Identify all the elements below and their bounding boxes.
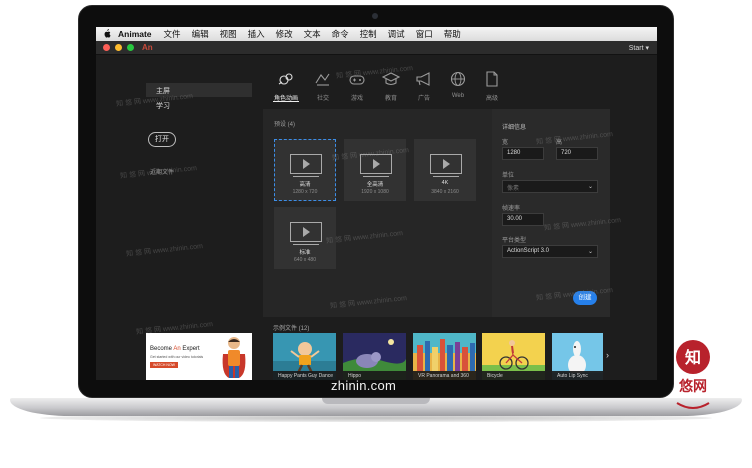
minimize-window-button[interactable] xyxy=(115,44,122,51)
site-logo-seal: 知 悠网 xyxy=(676,340,710,409)
frame-rate-field[interactable]: 30.00 xyxy=(502,213,544,226)
svg-text:悠网: 悠网 xyxy=(678,378,707,395)
sample-caption: Auto Lip Sync xyxy=(552,371,603,380)
promo-headline: Become An Expert xyxy=(150,346,200,352)
menu-commands[interactable]: 命令 xyxy=(332,28,349,40)
tab-label: 教育 xyxy=(384,96,397,102)
tab-label: Web xyxy=(451,93,465,99)
width-field[interactable]: 1280 xyxy=(502,147,544,160)
menu-help[interactable]: 帮助 xyxy=(444,28,461,40)
video-screen-icon xyxy=(290,222,322,245)
unit-value: 像素 xyxy=(507,186,520,192)
preset-dimensions: 3840 x 2160 xyxy=(431,189,459,195)
zoom-window-button[interactable] xyxy=(127,44,134,51)
sample-thumb-vr-panorama[interactable]: VR Panorama and 360 xyxy=(413,333,476,380)
menu-view[interactable]: 视图 xyxy=(220,28,237,40)
preset-name: 标准 xyxy=(299,250,311,256)
height-field[interactable]: 720 xyxy=(556,147,598,160)
advertising-icon xyxy=(416,72,430,86)
platform-value: ActionScript 3.0 xyxy=(507,248,550,254)
open-button[interactable]: 打开 xyxy=(148,132,176,147)
camera-dot xyxy=(372,13,378,19)
promo-subtitle: Get started with our video tutorials xyxy=(150,355,204,359)
site-caption: zhinin.com xyxy=(331,378,397,393)
sample-caption: Bicycle xyxy=(482,371,545,380)
watermark-text: 知 悠 网 www.zhinin.com xyxy=(119,164,198,181)
preset-name: 4K xyxy=(441,180,449,186)
width-label: 宽 xyxy=(502,140,509,146)
sample-caption: VR Panorama and 360 xyxy=(413,371,476,380)
app-title-bar: An Start ▾ xyxy=(96,41,657,55)
tab-web[interactable]: Web xyxy=(441,71,475,99)
watermark-text: 知 悠 网 www.zhinin.com xyxy=(125,242,204,259)
menu-modify[interactable]: 修改 xyxy=(276,28,293,40)
workspace-switcher[interactable]: Start ▾ xyxy=(629,44,649,52)
menu-file[interactable]: 文件 xyxy=(164,28,181,40)
preset-name: 全高清 xyxy=(366,182,384,188)
globe-icon xyxy=(450,71,466,87)
tab-label: 广告 xyxy=(417,96,430,102)
samples-title: 示例文件 (12) xyxy=(273,326,310,332)
social-icon xyxy=(315,73,330,86)
screen: Animate 文件 编辑 视图 插入 修改 文本 命令 控制 调试 窗口 帮助… xyxy=(96,27,657,380)
sample-thumb-happy-pants[interactable]: Happy Pants Guy Dance xyxy=(273,333,336,380)
menu-bar: Animate 文件 编辑 视图 插入 修改 文本 命令 控制 调试 窗口 帮助 xyxy=(96,27,657,41)
promo-banner[interactable]: Become An Expert Get started with our vi… xyxy=(146,333,252,380)
page: Animate 文件 编辑 视图 插入 修改 文本 命令 控制 调试 窗口 帮助… xyxy=(0,0,752,468)
preset-dimensions: 640 x 480 xyxy=(294,257,316,263)
character-animation-icon xyxy=(278,73,293,85)
apple-icon[interactable] xyxy=(96,28,118,40)
tab-advertising[interactable]: 广告 xyxy=(407,71,441,102)
details-title: 详细信息 xyxy=(502,125,527,131)
platform-dropdown[interactable]: ActionScript 3.0 ⌄ xyxy=(502,245,598,258)
sample-thumb-hippo[interactable]: Hippo xyxy=(343,333,406,380)
document-icon xyxy=(486,71,498,87)
video-screen-icon xyxy=(290,154,322,177)
menu-insert[interactable]: 插入 xyxy=(248,28,265,40)
laptop-notch xyxy=(322,398,430,404)
preset-dimensions: 1280 x 720 xyxy=(292,189,318,195)
preset-dimensions: 1920 x 1080 xyxy=(361,189,389,195)
tab-character-animation[interactable]: 角色动画 xyxy=(269,71,303,102)
preset-name: 高清 xyxy=(299,182,311,188)
tab-advanced[interactable]: 高级 xyxy=(475,71,509,102)
chevron-down-icon: ⌄ xyxy=(587,249,593,255)
chevron-down-icon: ⌄ xyxy=(587,184,593,190)
menu-debug[interactable]: 调试 xyxy=(388,28,405,40)
preset-card-hd[interactable]: 高清 1280 x 720 xyxy=(274,139,336,201)
active-tab-indicator xyxy=(273,101,299,102)
sample-thumb-bicycle[interactable]: Bicycle xyxy=(482,333,545,380)
tab-label: 高级 xyxy=(485,96,498,102)
sample-thumb-auto-lip-sync[interactable]: Auto Lip Sync xyxy=(552,333,603,380)
unit-dropdown[interactable]: 像素 ⌄ xyxy=(502,180,598,193)
animate-logo: An xyxy=(142,43,153,52)
sample-caption: Happy Pants Guy Dance xyxy=(273,371,336,380)
tab-social[interactable]: 社交 xyxy=(306,71,340,102)
svg-text:知: 知 xyxy=(685,348,701,367)
chevron-right-icon[interactable]: › xyxy=(606,350,609,360)
unit-label: 单位 xyxy=(502,173,515,179)
tab-label: 游戏 xyxy=(350,96,363,102)
preset-card-4k[interactable]: 4K 3840 x 2160 xyxy=(414,139,476,201)
video-screen-icon xyxy=(430,154,462,177)
menu-edit[interactable]: 编辑 xyxy=(192,28,209,40)
watch-now-button[interactable]: WATCH NOW xyxy=(150,362,178,368)
menu-window[interactable]: 窗口 xyxy=(416,28,433,40)
platform-label: 平台类型 xyxy=(502,238,527,244)
menu-text[interactable]: 文本 xyxy=(304,28,321,40)
close-window-button[interactable] xyxy=(103,44,110,51)
menu-control[interactable]: 控制 xyxy=(360,28,377,40)
frame-rate-label: 帧速率 xyxy=(502,206,521,212)
presets-title: 预设 (4) xyxy=(274,122,296,128)
menu-app-name[interactable]: Animate xyxy=(118,29,152,39)
tab-label: 社交 xyxy=(316,96,329,102)
superhero-illustration xyxy=(222,337,246,378)
